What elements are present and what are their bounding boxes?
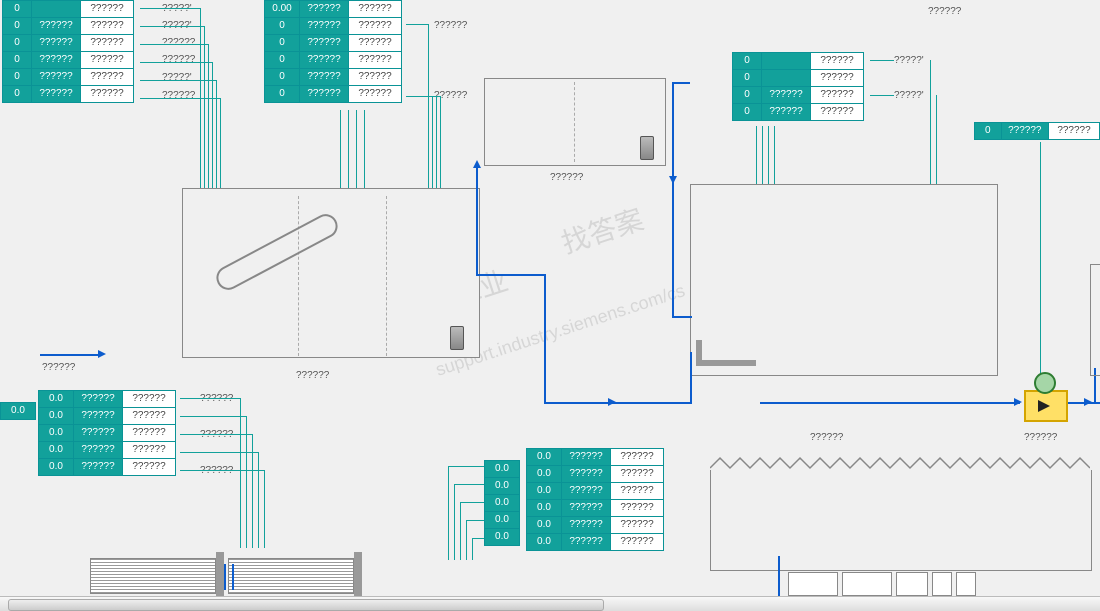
pipe xyxy=(476,164,478,276)
top-right-label: ?????? xyxy=(928,6,961,17)
table-mid-left-col[interactable]: 0.0 0.0 0.0 0.0 0.0 xyxy=(484,460,520,546)
pipe-inflow xyxy=(40,354,100,356)
table-top-left[interactable]: 0?????? 0???????????? 0???????????? 0???… xyxy=(2,0,134,103)
scrollbar-thumb[interactable] xyxy=(8,599,604,611)
pump-icon[interactable] xyxy=(450,326,464,350)
tank-right-label: ?????? xyxy=(810,432,843,443)
table-right[interactable]: 0?????? 0?????? 0???????????? 0?????????… xyxy=(732,52,864,121)
tank-edge xyxy=(1090,264,1100,376)
table-far-right[interactable]: 0???????????? xyxy=(974,122,1100,140)
inflow-label: ?????? xyxy=(42,362,75,373)
pump-icon[interactable] xyxy=(640,136,654,160)
valve-label: ?????? xyxy=(1024,432,1057,443)
arrow-right-icon xyxy=(1014,398,1022,406)
watermark-b: 找答案 xyxy=(556,198,648,262)
tank-large-label: ?????? xyxy=(296,370,329,381)
scada-canvas: 西门子工业 找答案 support.industry.siemens.com/c… xyxy=(0,0,1100,611)
arrow-down-icon xyxy=(669,176,677,184)
clarifier-weir xyxy=(710,456,1090,470)
pipe-segment xyxy=(696,360,756,366)
table-left-stack[interactable]: 0.0???????????? 0.0???????????? 0.0?????… xyxy=(38,390,176,476)
flow-valve[interactable] xyxy=(1024,390,1068,422)
table-top-mid[interactable]: 0.00???????????? 0???????????? 0????????… xyxy=(264,0,402,103)
arrow-up-icon xyxy=(473,160,481,168)
arrow-right-icon xyxy=(608,398,616,406)
single-cell-left[interactable]: 0.0 xyxy=(0,402,36,420)
basin xyxy=(90,558,216,594)
cell-tag xyxy=(32,1,81,18)
arrow-right-icon xyxy=(98,350,106,358)
cell-unit: ?????? xyxy=(81,1,134,18)
cell-value: 0 xyxy=(3,1,32,18)
horizontal-scrollbar[interactable] xyxy=(0,596,1100,611)
basin xyxy=(228,558,354,594)
clarifier-tank xyxy=(710,470,1092,571)
flow-gauge-icon xyxy=(1034,372,1056,394)
tank-small-label: ?????? xyxy=(550,172,583,183)
tank-right[interactable] xyxy=(690,184,998,376)
table-mid-right[interactable]: 0.0???????????? 0.0???????????? 0.0?????… xyxy=(526,448,664,551)
